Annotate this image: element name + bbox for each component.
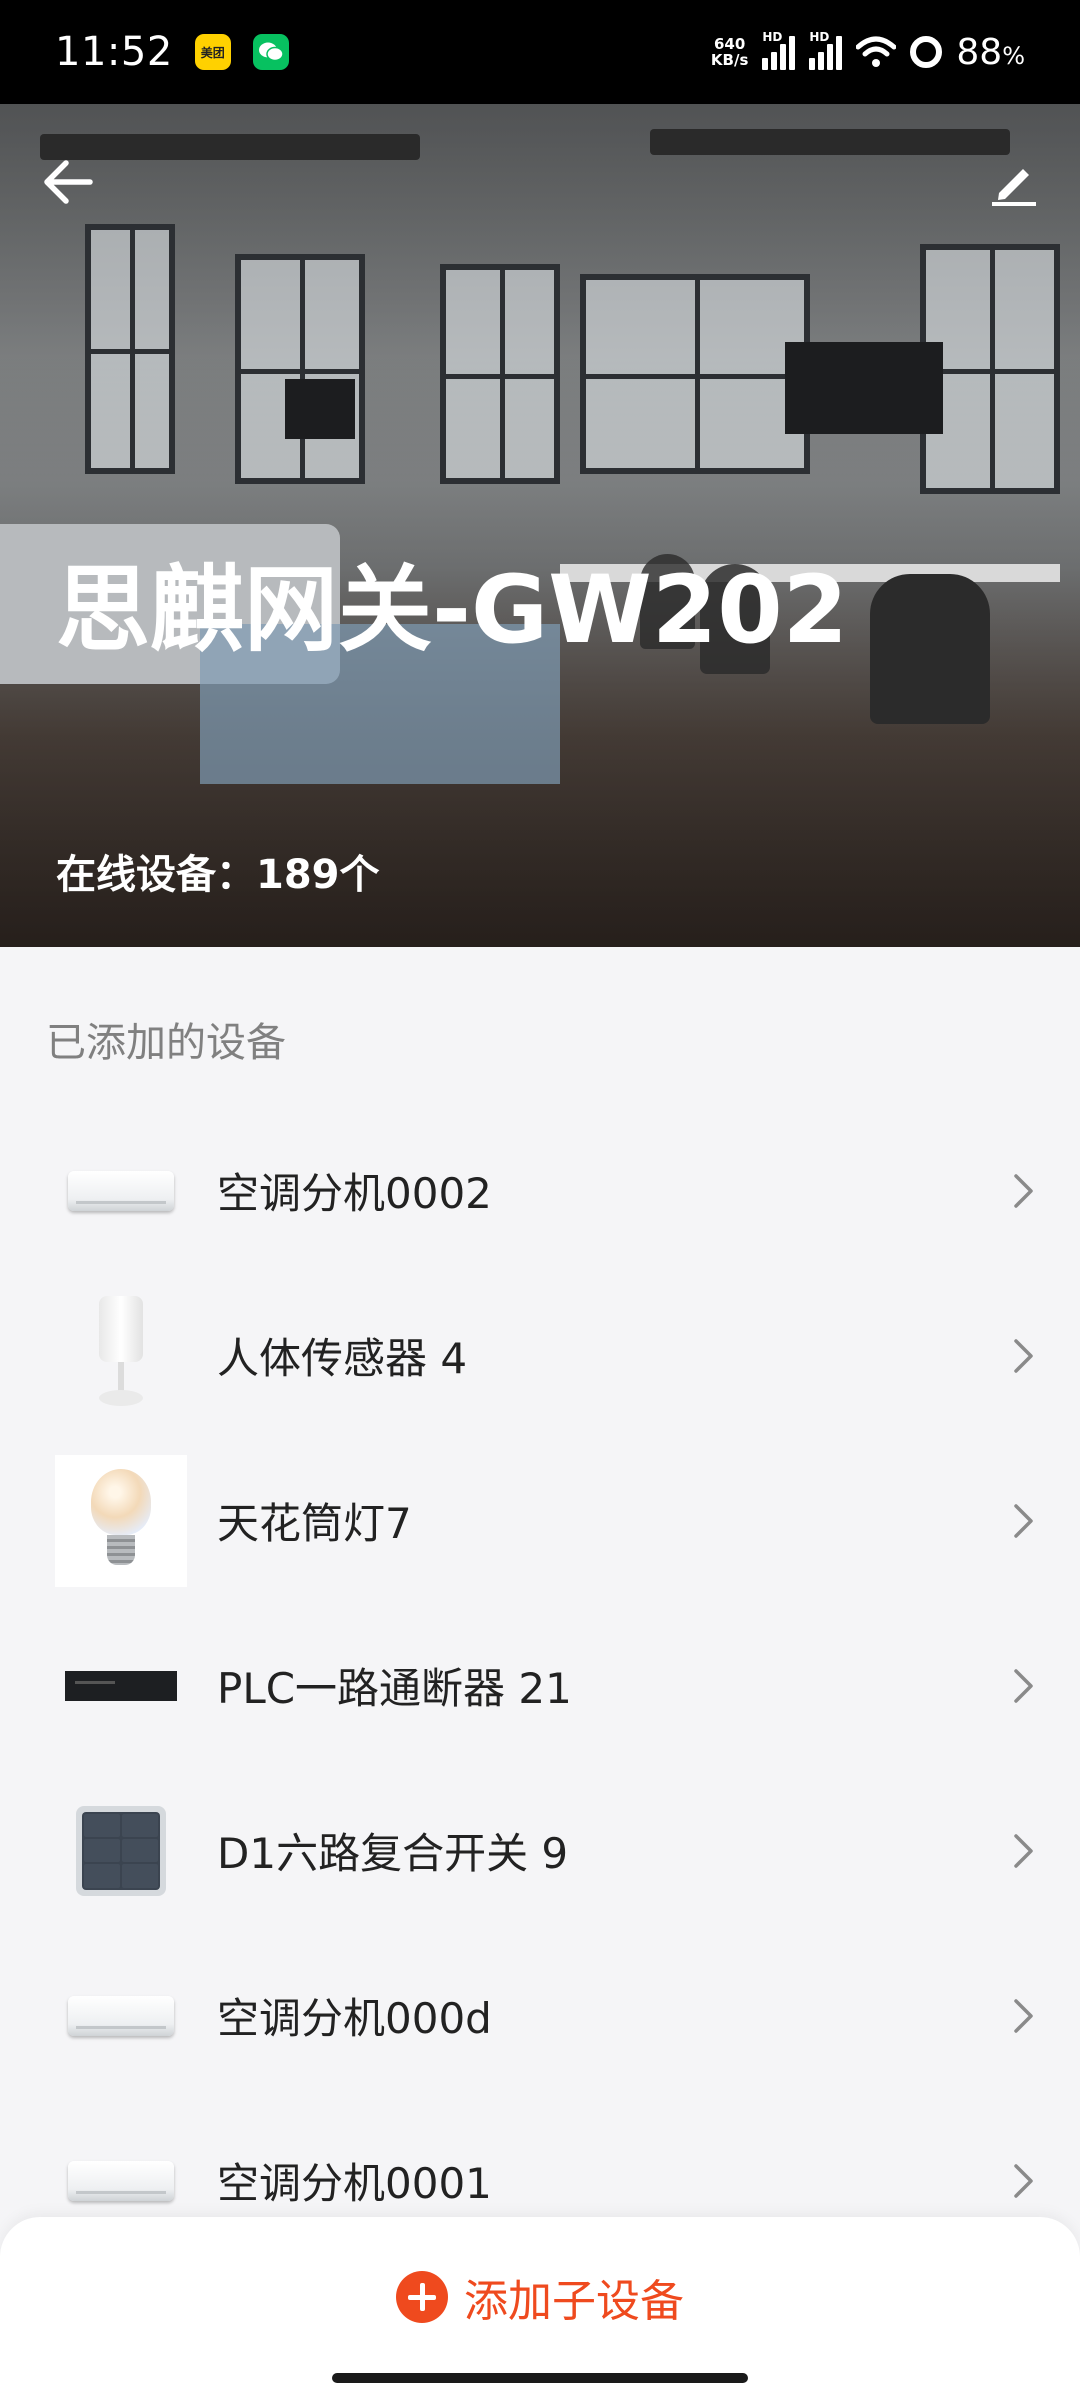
background-decor [785, 342, 943, 434]
online-device-count: 在线设备：189个 [56, 852, 380, 898]
light-bulb-icon [55, 1454, 187, 1587]
wechat-icon [252, 34, 289, 70]
battery-icon [910, 36, 943, 68]
section-title: 已添加的设备 [46, 1020, 286, 1066]
battery-unit: % [1002, 41, 1025, 70]
air-conditioner-icon [55, 1125, 187, 1257]
add-sub-device-label: 添加子设备 [464, 2276, 684, 2327]
chevron-right-icon [1014, 1173, 1033, 1208]
list-item[interactable]: 空调分机0002 [0, 1108, 1080, 1273]
device-name: 天花筒灯7 [217, 1499, 412, 1548]
device-name: 空调分机0002 [217, 1169, 492, 1218]
status-right: 640 KB/s HD HD 88% [711, 30, 1025, 73]
list-item[interactable]: 空调分机000d [0, 1933, 1080, 2098]
wifi-icon [856, 36, 897, 67]
pencil-icon [992, 169, 1036, 206]
signal-icon-2: HD [809, 30, 843, 70]
hero-banner: 思麒网关-GW202 在线设备：189个 [0, 104, 1080, 947]
air-conditioner-icon [55, 1950, 187, 2082]
chevron-right-icon [1014, 1998, 1033, 2033]
chevron-right-icon [1014, 1833, 1033, 1868]
plus-circle-icon [396, 2271, 448, 2323]
device-list: 空调分机0002 人体传感器 4 天花筒灯7 PLC一路通断器 21 D1六路复… [0, 1108, 1080, 2263]
status-bar: 11:52 美团 640 KB/s HD HD 88% [0, 0, 1080, 104]
background-decor [580, 274, 810, 474]
meituan-badge-text: 美团 [200, 45, 225, 60]
battery-level: 88% [956, 32, 1025, 73]
list-item[interactable]: PLC一路通断器 21 [0, 1603, 1080, 1768]
network-speed-value: 640 [713, 35, 746, 53]
chevron-right-icon [1014, 1338, 1033, 1373]
signal-icon: HD [762, 30, 796, 70]
chevron-right-icon [1014, 1668, 1033, 1703]
clock: 11:52 [55, 29, 173, 75]
chevron-right-icon [1014, 1503, 1033, 1538]
six-gang-switch-icon [55, 1785, 187, 1917]
background-decor [440, 264, 560, 484]
home-indicator[interactable] [332, 2373, 748, 2383]
network-speed: 640 KB/s [711, 36, 748, 68]
device-name: 空调分机000d [217, 1994, 492, 2043]
background-decor [85, 224, 175, 474]
plc-relay-icon [55, 1620, 187, 1752]
back-arrow-icon [44, 160, 93, 204]
chevron-right-icon [1014, 2163, 1033, 2198]
background-decor [870, 574, 990, 724]
list-item[interactable]: 天花筒灯7 [0, 1438, 1080, 1603]
hd-label-2: HD [809, 30, 830, 44]
background-decor [235, 254, 365, 484]
device-name: 空调分机0001 [217, 2159, 492, 2208]
motion-sensor-icon [55, 1290, 187, 1422]
status-left: 11:52 美团 [55, 29, 289, 75]
meituan-icon: 美团 [194, 34, 231, 70]
background-decor [650, 129, 1010, 155]
list-item[interactable]: D1六路复合开关 9 [0, 1768, 1080, 1933]
network-speed-unit: KB/s [710, 51, 749, 69]
battery-percent: 88 [956, 31, 1003, 73]
device-name: PLC一路通断器 21 [217, 1664, 572, 1713]
list-item[interactable]: 人体传感器 4 [0, 1273, 1080, 1438]
hd-label: HD [762, 30, 783, 44]
device-name: D1六路复合开关 9 [217, 1829, 569, 1878]
bottom-action-bar: 添加子设备 [0, 2217, 1080, 2400]
device-name: 人体传感器 4 [217, 1334, 468, 1383]
background-decor [285, 379, 355, 439]
gateway-title: 思麒网关-GW202 [56, 556, 849, 665]
edit-button[interactable] [984, 152, 1044, 212]
add-sub-device-button[interactable]: 添加子设备 [0, 2257, 1080, 2337]
back-button[interactable] [38, 152, 98, 212]
